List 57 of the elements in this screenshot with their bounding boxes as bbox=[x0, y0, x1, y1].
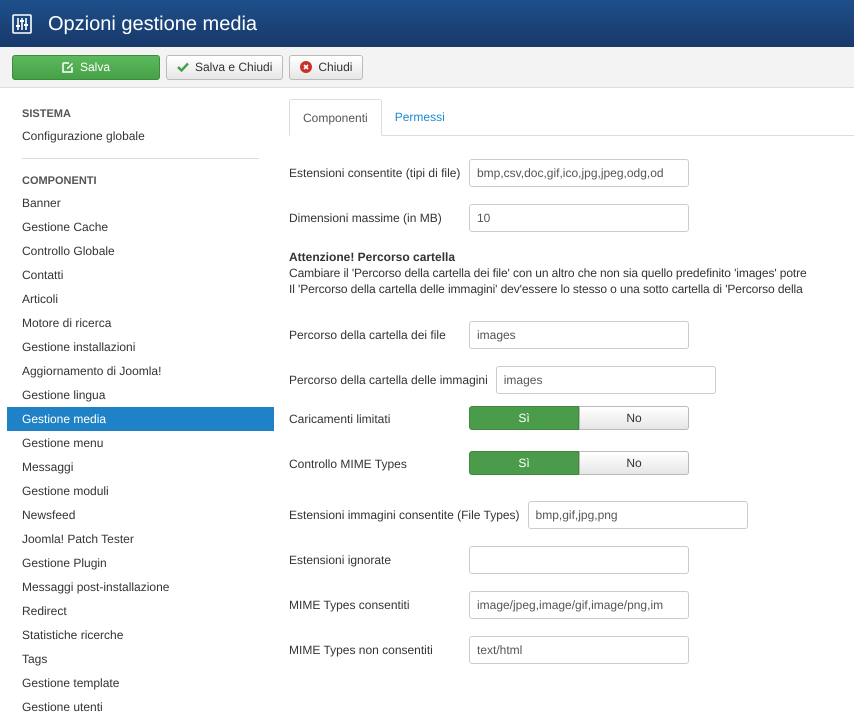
sidebar-item[interactable]: Motore di ricerca bbox=[7, 311, 274, 335]
sidebar-item[interactable]: Statistiche ricerche bbox=[7, 623, 274, 647]
sidebar-item[interactable]: Gestione Cache bbox=[7, 215, 274, 239]
sidebar-item[interactable]: Articoli bbox=[7, 287, 274, 311]
sidebar-item[interactable]: Redirect bbox=[7, 599, 274, 623]
toggle-option[interactable]: No bbox=[579, 406, 689, 430]
sidebar-item[interactable]: Newsfeed bbox=[7, 503, 274, 527]
text-field[interactable]: bmp,gif,jpg,png bbox=[528, 500, 748, 528]
note-title: Attenzione! Percorso cartella bbox=[289, 249, 456, 264]
sidebar-item[interactable]: Gestione utenti bbox=[7, 695, 274, 719]
text-field[interactable]: bmp,csv,doc,gif,ico,jpg,jpeg,odg,od bbox=[469, 158, 689, 186]
field-label: MIME Types non consentiti bbox=[289, 642, 434, 658]
save-close-button[interactable]: Salva e Chiudi bbox=[166, 54, 284, 80]
sidebar-item[interactable]: Messaggi bbox=[7, 455, 274, 479]
tab[interactable]: Permessi bbox=[382, 99, 458, 135]
sidebar-item[interactable]: Gestione template bbox=[7, 671, 274, 695]
note-text: Il 'Percorso della cartella delle immagini' dev'essere lo stesso o una sotto cartella di 'Percorso della bbox=[289, 281, 804, 296]
sidebar-item[interactable]: Gestione Plugin bbox=[7, 551, 274, 575]
text-field[interactable]: images bbox=[469, 320, 689, 348]
sidebar-item[interactable]: Gestione lingua bbox=[7, 383, 274, 407]
field-label: Estensioni immagini consentite (File Types) bbox=[289, 506, 520, 524]
text-field[interactable]: images bbox=[496, 366, 716, 394]
field-label: Percorso della cartella dei file bbox=[289, 326, 447, 344]
sliders-icon bbox=[12, 14, 32, 34]
field-label: MIME Types consentiti bbox=[289, 596, 410, 614]
check-icon bbox=[177, 62, 189, 72]
text-field[interactable]: text/html bbox=[469, 636, 689, 664]
field-label: Percorso della cartella delle immagini bbox=[289, 372, 488, 388]
sidebar-item[interactable]: Controllo Globale bbox=[7, 239, 274, 263]
sidebar-item[interactable]: Tags bbox=[7, 647, 274, 671]
sidebar-item[interactable]: Gestione installazioni bbox=[7, 335, 274, 359]
field-label: Caricamenti limitati bbox=[289, 411, 392, 428]
toggle-option[interactable]: No bbox=[579, 451, 689, 475]
text-field[interactable]: image/jpeg,image/gif,image/png,im bbox=[469, 590, 689, 618]
text-field[interactable] bbox=[469, 546, 689, 574]
sidebar-item[interactable]: Joomla! Patch Tester bbox=[7, 527, 274, 551]
tab[interactable]: Componenti bbox=[289, 99, 382, 136]
edit-icon bbox=[62, 61, 74, 73]
page-title: Opzioni gestione media bbox=[48, 12, 258, 36]
sidebar-item[interactable]: Configurazione globale bbox=[7, 124, 274, 148]
field-label: Estensioni ignorate bbox=[289, 552, 392, 568]
field-label: Estensioni consentite (tipi di file) bbox=[289, 164, 461, 182]
close-icon bbox=[300, 61, 312, 73]
text-field[interactable]: 10 bbox=[469, 204, 689, 232]
sidebar-item[interactable]: Gestione media bbox=[7, 407, 274, 431]
sidebar-item[interactable]: Banner bbox=[7, 191, 274, 215]
sidebar-heading: SISTEMA bbox=[21, 107, 72, 122]
sidebar-heading: COMPONENTI bbox=[21, 174, 98, 189]
sidebar-item[interactable]: Gestione moduli bbox=[7, 479, 274, 503]
sidebar-item[interactable]: Gestione menu bbox=[7, 431, 274, 455]
sidebar-item[interactable]: Messaggi post-installazione bbox=[7, 575, 274, 599]
field-label: Controllo MIME Types bbox=[289, 456, 408, 473]
close-button[interactable]: Chiudi bbox=[289, 54, 364, 80]
sidebar-item[interactable]: Aggiornamento di Joomla! bbox=[7, 359, 274, 383]
note-text: Cambiare il 'Percorso della cartella dei file' con un altro che non sia quello predefinito 'images' potre bbox=[289, 265, 808, 280]
field-label: Dimensioni massime (in MB) bbox=[289, 210, 443, 226]
sidebar-item[interactable]: Contatti bbox=[7, 263, 274, 287]
